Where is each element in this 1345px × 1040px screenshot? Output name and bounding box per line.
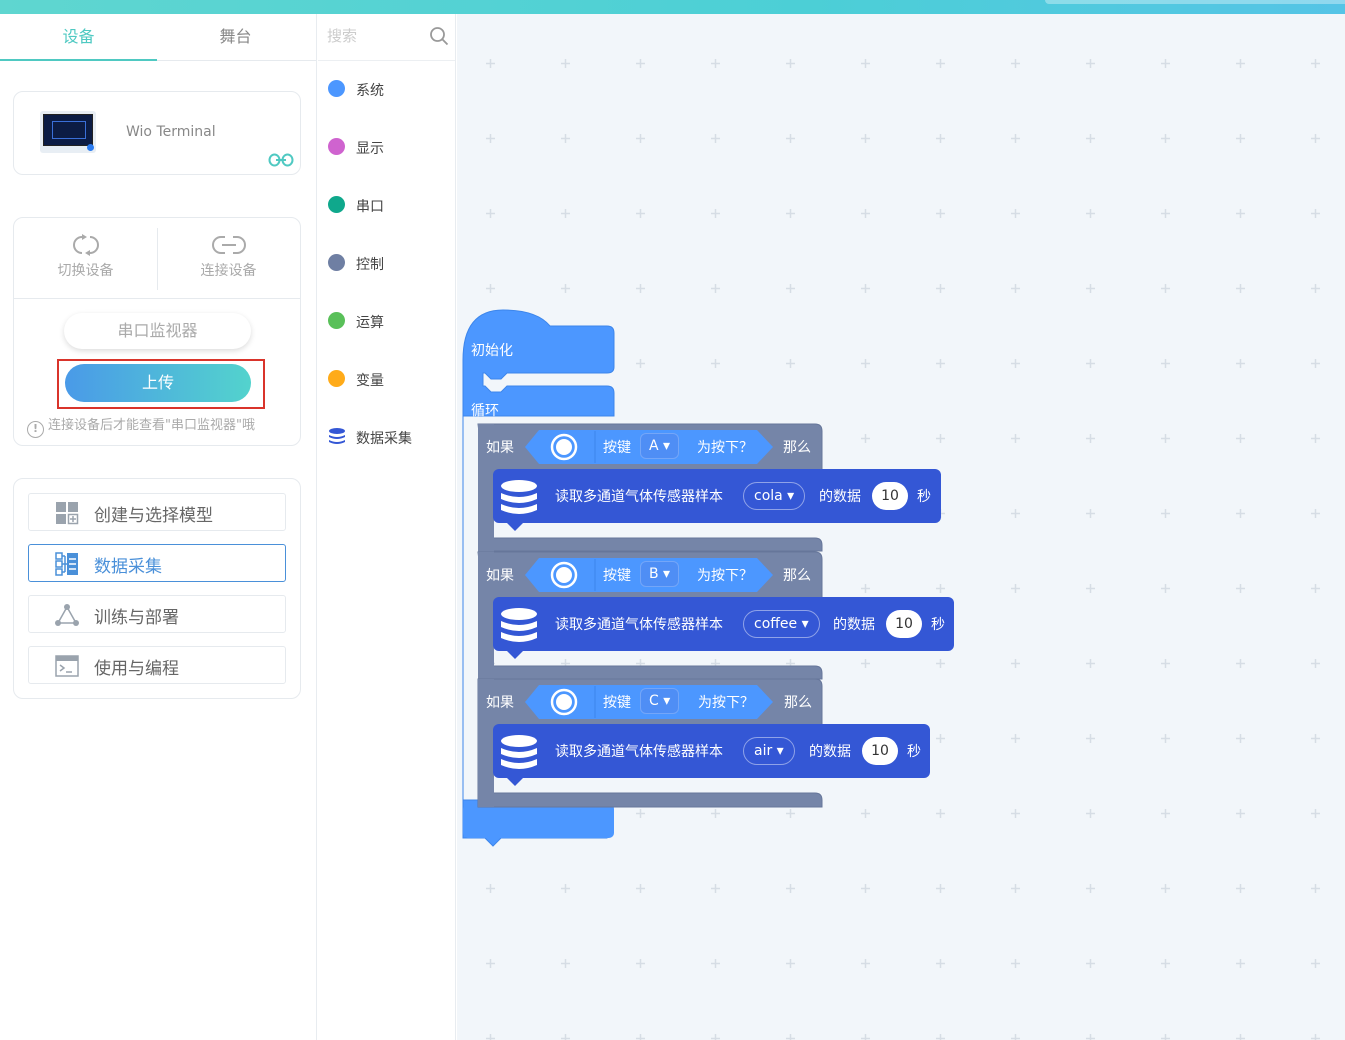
search-bar: [318, 14, 455, 61]
notice-text: 连接设备后才能查看"串口监视器"哦: [48, 418, 255, 433]
then-label: 那么: [784, 695, 812, 711]
category-label: 数据采集: [356, 431, 412, 447]
sample-dropdown[interactable]: coffee ▾: [743, 610, 820, 638]
if-label: 如果: [486, 568, 514, 584]
key-dropdown[interactable]: A ▾: [640, 433, 680, 459]
menu-item-use-program[interactable]: 使用与编程: [28, 646, 286, 684]
menu-item-train-deploy[interactable]: 训练与部署: [28, 595, 286, 633]
database-icon: [329, 428, 345, 444]
key-value: B: [649, 566, 659, 582]
seconds-input[interactable]: 10: [862, 737, 898, 765]
switch-icon: [72, 234, 99, 256]
pressed-label: 为按下？: [697, 440, 753, 456]
device-image: [40, 111, 96, 153]
seconds-unit: 秒: [907, 744, 921, 760]
key-label: 按键: [603, 695, 631, 711]
top-bar: [0, 0, 1345, 14]
of-data-label: 的数据: [819, 489, 861, 505]
read-label: 读取多通道气体传感器样本: [555, 617, 723, 633]
switch-device-label: 切换设备: [57, 263, 114, 279]
category-label: 控制: [356, 257, 384, 273]
device-card[interactable]: Wio Terminal: [13, 91, 301, 175]
category-dot: [328, 254, 345, 271]
panel-tabs: 设备 舞台: [0, 14, 316, 61]
init-label: 初始化: [471, 343, 513, 359]
category-label: 串口: [356, 199, 384, 215]
then-label: 那么: [783, 440, 811, 456]
model-icon: [56, 502, 79, 525]
seconds-input[interactable]: 10: [872, 482, 908, 510]
category-panel: 系统 显示 串口 控制 运算 变量 数据采集: [318, 14, 456, 1040]
seconds-input[interactable]: 10: [886, 610, 922, 638]
tab-stage[interactable]: 舞台: [157, 14, 314, 61]
of-data-label: 的数据: [833, 617, 875, 633]
menu-item-data-collection[interactable]: 数据采集: [28, 544, 286, 582]
workspace-grid: [457, 14, 1345, 1040]
connect-device-button[interactable]: 连接设备: [157, 230, 300, 290]
read-label: 读取多通道气体传感器样本: [555, 489, 723, 505]
menu-label: 数据采集: [94, 557, 162, 577]
sample-dropdown[interactable]: cola ▾: [743, 482, 806, 510]
then-label: 那么: [783, 568, 811, 584]
tab-device[interactable]: 设备: [0, 14, 157, 61]
category-dot: [328, 312, 345, 329]
pressed-label: 为按下？: [697, 568, 753, 584]
upload-button[interactable]: 上传: [65, 364, 251, 402]
loop-label: 循环: [471, 403, 499, 419]
key-dropdown[interactable]: C ▾: [640, 688, 680, 714]
link-icon[interactable]: [268, 152, 294, 168]
if-label: 如果: [486, 695, 514, 711]
category-dot: [328, 196, 345, 213]
category-label: 变量: [356, 373, 384, 389]
workflow-menu: 创建与选择模型 数据采集 训练与部署 使用与编程: [13, 478, 301, 699]
device-name: Wio Terminal: [126, 124, 216, 140]
search-input[interactable]: [318, 14, 423, 58]
menu-item-create-model[interactable]: 创建与选择模型: [28, 493, 286, 531]
category-label: 系统: [356, 83, 384, 99]
exclamation-icon: !: [27, 421, 44, 438]
action-separator: [14, 298, 300, 299]
if-label: 如果: [486, 440, 514, 456]
category-dot: [328, 370, 345, 387]
pressed-label: 为按下？: [698, 695, 754, 711]
sample-value: cola: [754, 488, 783, 504]
key-value: C: [649, 693, 659, 709]
category-label: 显示: [356, 141, 384, 157]
seconds-unit: 秒: [917, 489, 931, 505]
data-collect-icon: [55, 552, 78, 576]
category-dot: [328, 80, 345, 97]
terminal-icon: [55, 655, 79, 677]
key-value: A: [649, 438, 659, 454]
serial-monitor-button[interactable]: 串口监视器: [64, 313, 251, 349]
menu-label: 使用与编程: [94, 659, 179, 679]
connect-device-label: 连接设备: [200, 263, 257, 279]
key-label: 按键: [603, 568, 631, 584]
menu-label: 创建与选择模型: [94, 506, 213, 526]
train-icon: [55, 604, 79, 626]
left-panel: 设备 舞台 Wio Terminal 切换设备 连接设备 串口监视器 上传 ! …: [0, 14, 317, 1040]
sample-value: air: [754, 743, 773, 759]
menu-label: 训练与部署: [94, 608, 179, 628]
top-bar-highlight: [1045, 0, 1345, 4]
search-icon[interactable]: [429, 26, 449, 46]
connect-icon: [211, 236, 246, 254]
block-workspace[interactable]: 初始化 循环 如果 按键 A ▾ 为按下？ 那么 读取多通道气体传感器样本 co…: [457, 14, 1345, 1040]
action-card: 切换设备 连接设备 串口监视器 上传 ! 连接设备后才能查看"串口监视器"哦: [13, 217, 301, 446]
connection-notice: ! 连接设备后才能查看"串口监视器"哦: [27, 414, 255, 438]
switch-device-button[interactable]: 切换设备: [14, 230, 157, 290]
read-label: 读取多通道气体传感器样本: [555, 744, 723, 760]
category-dot: [328, 138, 345, 155]
sample-value: coffee: [754, 616, 798, 632]
key-dropdown[interactable]: B ▾: [640, 561, 680, 587]
sample-dropdown[interactable]: air ▾: [743, 737, 795, 765]
category-label: 运算: [356, 315, 384, 331]
of-data-label: 的数据: [809, 744, 851, 760]
seconds-unit: 秒: [931, 617, 945, 633]
key-label: 按键: [603, 440, 631, 456]
